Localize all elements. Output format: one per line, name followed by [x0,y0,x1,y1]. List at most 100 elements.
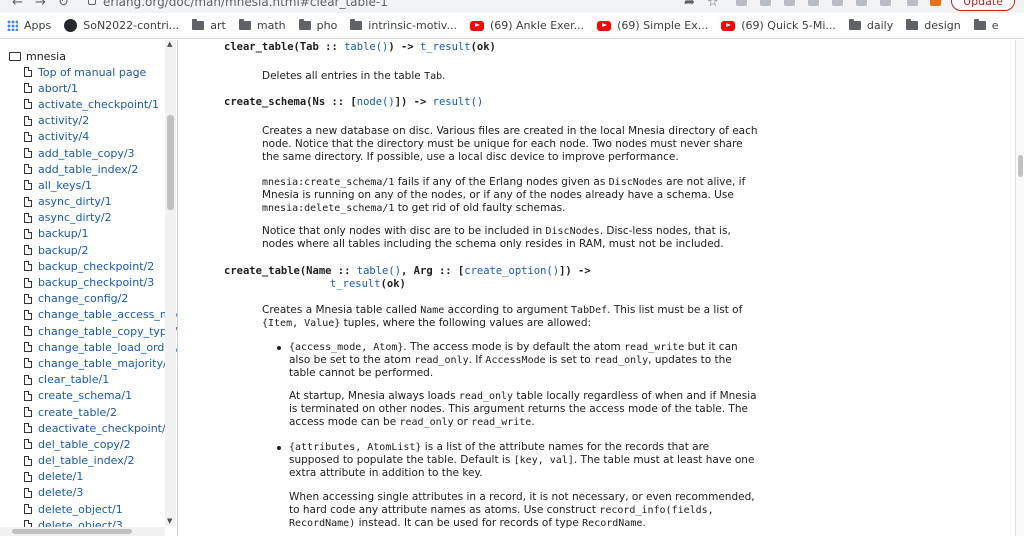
bookmark-quick-5-min[interactable]: (69) Quick 5-Mi... [721,19,836,32]
sidebar-item-link[interactable]: add_table_copy/3 [38,147,135,160]
sidebar-item[interactable]: abort/1 [0,80,177,96]
bookmark-pho[interactable]: pho [298,19,337,32]
sidebar-item[interactable]: async_dirty/1 [0,194,177,210]
sidebar-item-link[interactable]: del_table_copy/2 [38,438,131,451]
extensions-puzzle-icon[interactable] [907,0,918,6]
sidebar-item[interactable]: change_table_majority/2 [0,355,177,371]
sidebar-item[interactable]: delete/1 [0,469,177,485]
type-link-create-option[interactable]: create_option() [464,265,559,277]
share-icon[interactable]: ➦ [684,0,695,10]
sidebar-item-link[interactable]: Top of manual page [38,66,146,79]
sidebar-item-link[interactable]: backup_checkpoint/3 [38,276,154,289]
sidebar-item[interactable]: change_config/2 [0,291,177,307]
sidebar-item-link[interactable]: delete_object/1 [38,503,123,516]
sidebar-item[interactable]: activate_checkpoint/1 [0,96,177,112]
sidebar-item-link[interactable]: del_table_index/2 [38,454,134,467]
sidebar-item-link[interactable]: activate_checkpoint/1 [38,98,159,111]
sidebar-item-link[interactable]: activity/4 [38,130,89,143]
type-link-result[interactable]: result() [433,96,484,108]
extension-icon[interactable] [832,0,843,6]
sidebar-item[interactable]: backup/2 [0,242,177,258]
sidebar-scrollbar[interactable]: ▲ ▼ [165,40,176,526]
sidebar-item-link[interactable]: create_schema/1 [38,389,132,402]
type-link-node[interactable]: node() [357,96,395,108]
sidebar-item[interactable]: create_schema/1 [0,388,177,404]
sidebar-item-link[interactable]: abort/1 [38,82,78,95]
sidebar-item-link[interactable]: backup/1 [38,227,88,240]
scroll-up-icon[interactable]: ▲ [167,40,172,48]
sidebar-item-link[interactable]: delete/3 [38,486,83,499]
sidebar-item[interactable]: activity/2 [0,113,177,129]
scroll-down-icon[interactable]: ▼ [167,517,172,525]
sidebar-item-link[interactable]: async_dirty/2 [38,211,112,224]
sidebar-item[interactable]: Top of manual page [0,64,177,80]
sidebar-item[interactable]: del_table_index/2 [0,453,177,469]
extension-icon[interactable] [856,0,867,6]
bookmark-simple-exercise[interactable]: (69) Simple Ex... [597,19,708,32]
scrollbar-thumb[interactable] [1018,155,1023,177]
type-link-table[interactable]: table() [344,41,388,53]
sidebar-item-link[interactable]: change_table_load_order/ [38,341,177,354]
page-scrollbar[interactable] [1015,40,1024,536]
extension-icon[interactable] [736,0,747,6]
sidebar-item[interactable]: change_table_copy_type/3 [0,323,177,339]
sidebar-item[interactable]: change_table_load_order/ [0,339,177,355]
bookmark-ankle-exercise[interactable]: (69) Ankle Exer... [469,19,584,32]
sidebar-item-link[interactable]: backup/2 [38,244,88,257]
sidebar-item[interactable]: add_table_copy/3 [0,145,177,161]
profile-avatar-icon[interactable] [930,0,941,6]
sidebar-item-link[interactable]: create_table/2 [38,406,117,419]
sidebar-item-link[interactable]: delete/1 [38,470,83,483]
sidebar-item-link[interactable]: change_table_majority/2 [38,357,174,370]
bookmark-apps[interactable]: Apps [0,19,51,32]
sidebar-item-link[interactable]: clear_table/1 [38,373,109,386]
bookmark-son2022[interactable]: SoN2022-contri... [64,19,179,32]
bookmark-daily[interactable]: daily [848,19,893,32]
sidebar-item[interactable]: backup_checkpoint/3 [0,274,177,290]
lock-icon[interactable] [88,0,96,5]
sidebar-root-mnesia[interactable]: mnesia [0,48,177,64]
sidebar-item-link[interactable]: activity/2 [38,114,89,127]
sidebar-item[interactable]: backup_checkpoint/2 [0,258,177,274]
sidebar-horizontal-scrollbar[interactable] [0,527,165,536]
sidebar-item[interactable]: activity/4 [0,129,177,145]
type-link-t-result[interactable]: t_result [420,41,471,53]
sidebar-item-link[interactable]: change_table_access_mo [38,308,177,321]
sidebar-item-link[interactable]: async_dirty/1 [38,195,112,208]
sidebar-item[interactable]: create_table/2 [0,404,177,420]
sidebar-item[interactable]: deactivate_checkpoint/1 [0,420,177,436]
sidebar-item[interactable]: delete_object/1 [0,501,177,517]
back-icon[interactable]: ← [12,0,23,10]
sidebar-item-link[interactable]: change_config/2 [38,292,128,305]
sidebar-item-link[interactable]: change_table_copy_type/3 [38,325,177,338]
bookmark-design[interactable]: design [906,19,961,32]
type-link-table[interactable]: table() [357,265,401,277]
sidebar-item[interactable]: all_keys/1 [0,177,177,193]
sidebar-item[interactable]: clear_table/1 [0,372,177,388]
scrollbar-thumb[interactable] [167,115,174,210]
extension-icon[interactable] [760,0,771,6]
scrollbar-thumb[interactable] [12,529,132,534]
address-bar[interactable]: erlang.org/doc/man/mnesia.html#clear_tab… [103,0,388,9]
sidebar-item-link[interactable]: backup_checkpoint/2 [38,260,154,273]
sidebar-item[interactable]: delete/3 [0,485,177,501]
reload-icon[interactable]: ↻ [58,0,69,10]
bookmark-e[interactable]: e [973,19,999,32]
forward-icon[interactable]: → [35,0,46,10]
update-button[interactable]: Update [951,0,1015,11]
sidebar-item[interactable]: add_table_index/2 [0,161,177,177]
bookmark-star-icon[interactable]: ☆ [707,0,719,10]
bookmark-art[interactable]: art [192,19,226,32]
bookmark-math[interactable]: math [238,19,286,32]
bookmark-intrinsic[interactable]: intrinsic-motiv... [350,19,457,32]
extension-icon[interactable] [784,0,795,6]
extension-icon[interactable] [808,0,819,6]
sidebar-item[interactable]: async_dirty/2 [0,210,177,226]
type-link-t-result[interactable]: t_result [330,278,381,290]
sidebar-item-link[interactable]: deactivate_checkpoint/1 [38,422,173,435]
sidebar-item[interactable]: backup/1 [0,226,177,242]
sidebar-item[interactable]: change_table_access_mo [0,307,177,323]
extension-icon[interactable] [880,0,891,6]
sidebar-item-link[interactable]: all_keys/1 [38,179,92,192]
sidebar-item[interactable]: del_table_copy/2 [0,436,177,452]
